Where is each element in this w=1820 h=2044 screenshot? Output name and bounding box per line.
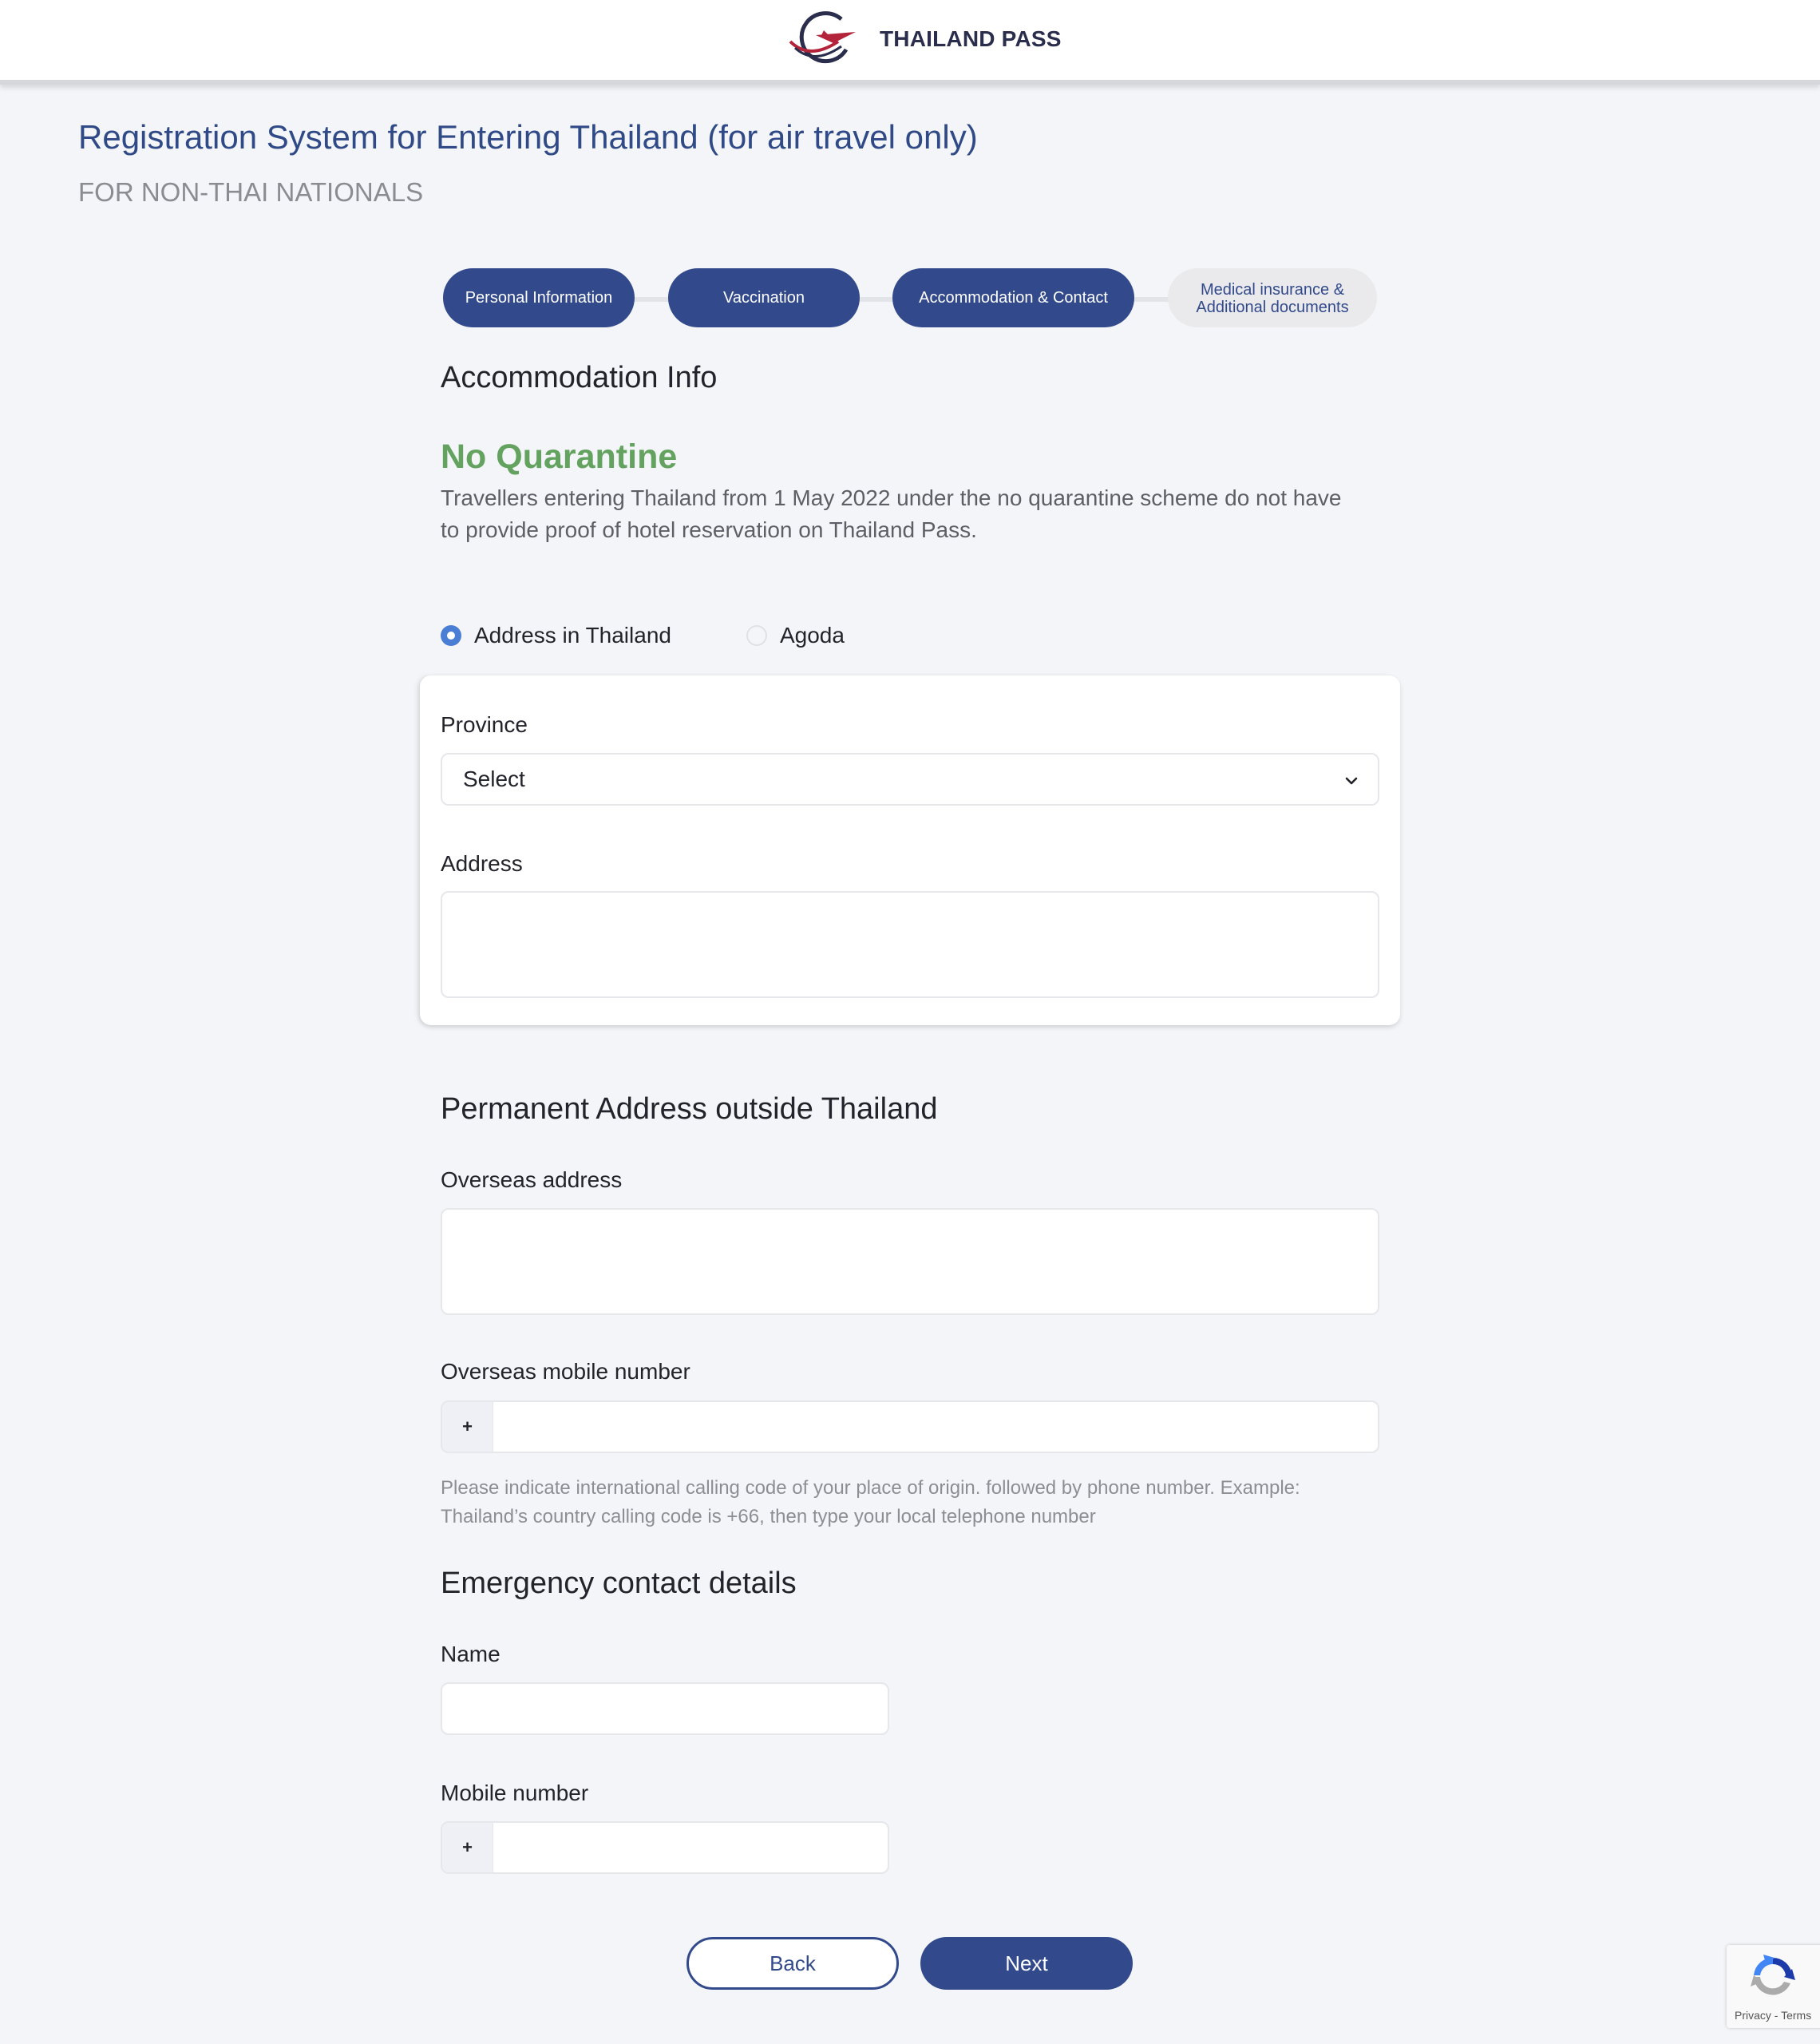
recaptcha-badge[interactable]: Privacy - Terms	[1727, 1945, 1820, 2028]
address-label: Address	[441, 851, 523, 876]
radio-address-in-thailand[interactable]: Address in Thailand	[441, 623, 671, 648]
address-textarea[interactable]	[441, 891, 1379, 998]
back-button[interactable]: Back	[686, 1937, 899, 1990]
plane-globe-logo-icon	[789, 11, 856, 64]
step-accommodation-contact[interactable]: Accommodation & Contact	[892, 268, 1134, 327]
progress-stepper: Personal Information Vaccination Accommo…	[443, 268, 1377, 329]
emergency-contact-heading: Emergency contact details	[441, 1567, 797, 1600]
radio-label: Agoda	[779, 623, 845, 648]
province-label: Province	[441, 712, 528, 737]
accommodation-heading: Accommodation Info	[441, 361, 718, 394]
radio-label: Address in Thailand	[474, 623, 671, 648]
top-header: THAILAND PASS	[0, 0, 1820, 85]
step-label: Vaccination	[723, 289, 805, 307]
emergency-mobile-input[interactable]	[495, 1823, 888, 1872]
overseas-mobile-field: +	[441, 1400, 1379, 1453]
radio-unchecked-icon[interactable]	[746, 625, 767, 646]
province-selected-value: Select	[463, 766, 525, 791]
overseas-mobile-input[interactable]	[495, 1402, 1378, 1452]
overseas-address-label: Overseas address	[441, 1167, 623, 1192]
emergency-mobile-field: +	[441, 1821, 889, 1874]
radio-agoda[interactable]: Agoda	[746, 623, 845, 648]
brand[interactable]: THAILAND PASS	[785, 8, 1062, 70]
permanent-address-heading: Permanent Address outside Thailand	[441, 1092, 938, 1126]
next-button[interactable]: Next	[920, 1937, 1133, 1990]
province-select[interactable]: Select	[441, 753, 1379, 806]
accommodation-type-radio-group: Address in Thailand Agoda	[441, 623, 845, 648]
step-vaccination[interactable]: Vaccination	[668, 268, 860, 327]
radio-checked-icon[interactable]	[441, 625, 461, 646]
mobile-hint-text: Please indicate international calling co…	[441, 1477, 1300, 1527]
step-label: Personal Information	[465, 289, 613, 307]
emergency-mobile-label: Mobile number	[441, 1781, 589, 1805]
no-quarantine-text: Travellers entering Thailand from 1 May …	[441, 485, 1342, 542]
overseas-mobile-label: Overseas mobile number	[441, 1359, 690, 1384]
emergency-name-input[interactable]	[441, 1682, 889, 1735]
overseas-address-textarea[interactable]	[441, 1208, 1379, 1315]
no-quarantine-title: No Quarantine	[441, 438, 678, 476]
page-subtitle: FOR NON-THAI NATIONALS	[78, 177, 424, 207]
brand-name: THAILAND PASS	[880, 26, 1062, 51]
page-title: Registration System for Entering Thailan…	[78, 118, 978, 156]
step-label: Accommodation & Contact	[919, 289, 1108, 307]
calling-code-prefix: +	[442, 1823, 493, 1872]
recaptcha-icon	[1751, 1955, 1795, 1995]
chevron-down-icon	[1345, 777, 1358, 785]
step-personal-information[interactable]: Personal Information	[443, 268, 635, 327]
step-label: Medical insurance & Additional documents	[1196, 281, 1349, 316]
recaptcha-privacy-terms-link[interactable]: Privacy - Terms	[1735, 2009, 1811, 2022]
step-medical-insurance[interactable]: Medical insurance & Additional documents	[1168, 268, 1377, 327]
emergency-name-label: Name	[441, 1642, 500, 1666]
calling-code-prefix: +	[442, 1402, 493, 1452]
